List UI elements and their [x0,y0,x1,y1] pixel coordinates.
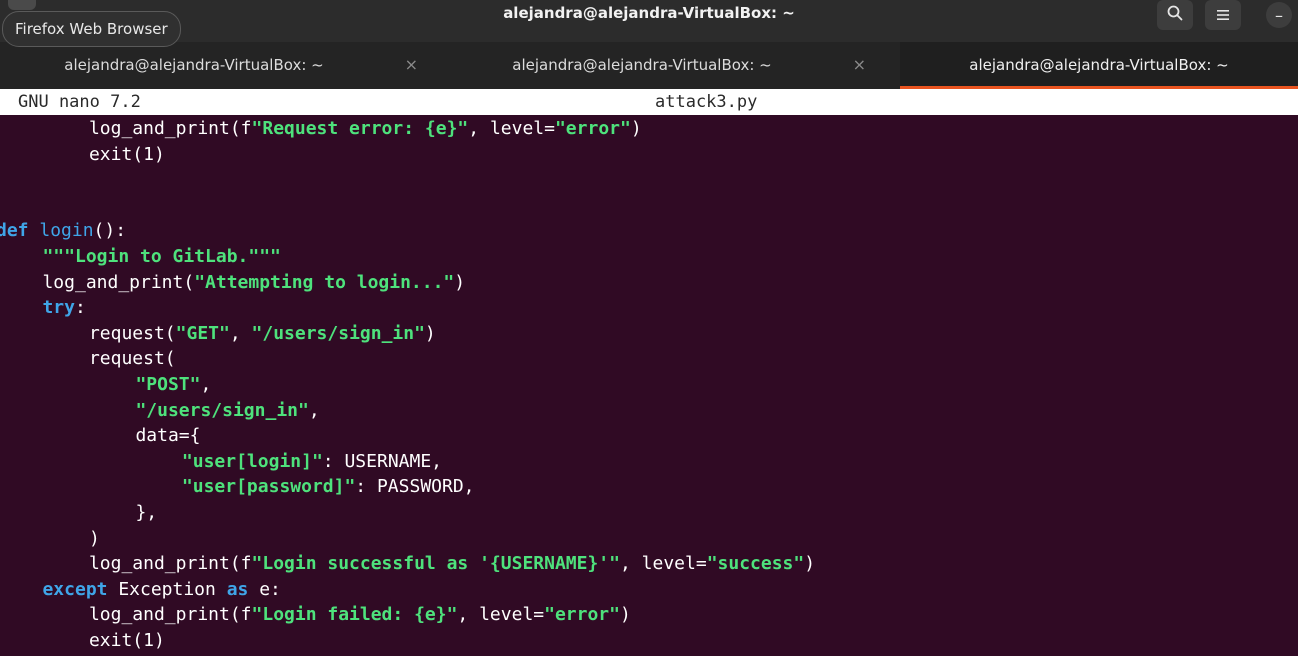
code-token: login [39,220,94,242]
code-token: "GET" [175,322,230,344]
window-title: alejandra@alejandra-VirtualBox: ~ [503,4,795,22]
code-line: exit(1) [89,142,165,167]
code-token: "POST" [135,374,201,395]
code-line: request( [89,346,176,371]
code-token: Exception [118,578,227,600]
code-line: "/users/sign_in", [135,398,319,423]
title-bar[interactable]: Firefox Web Browser alejandra@alejandra-… [0,0,1298,47]
code-token: def [0,220,40,242]
code-token: , level= [619,553,707,575]
code-line: log_and_print(f"Login successful as '{US… [89,551,815,576]
code-token: "/users/sign_in" [135,399,309,421]
code-token: }, [135,502,158,523]
code-token: log_and_print(f [88,553,252,575]
tab-2[interactable]: alejandra@alejandra-VirtualBox: ~ × [448,42,896,89]
code-line: log_and_print("Attempting to login...") [42,270,465,295]
code-token: log_and_print(f [88,604,252,626]
code-token: "error" [554,118,631,139]
code-line: log_and_print(f"Request error: {e}", lev… [89,116,642,141]
code-token: ) [424,322,436,344]
code-token: as [226,578,260,600]
code-line: try: [42,295,85,320]
code-token: except [42,578,119,600]
code-line: "user[password]": PASSWORD, [182,474,475,499]
minimize-button[interactable]: – [1266,2,1292,28]
tab-3-active[interactable]: alejandra@alejandra-VirtualBox: ~ [900,42,1298,89]
code-line: }, [135,500,157,525]
code-token: data={ [135,425,201,447]
code-token: "Login failed: {e}" [251,604,458,626]
code-token: ) [454,271,466,293]
nano-version: GNU nano 7.2 [18,92,141,112]
code-token: ) [619,604,631,626]
code-line: except Exception as e: [42,577,280,602]
tab-label: alejandra@alejandra-VirtualBox: ~ [969,56,1229,74]
code-token: "Attempting to login..." [194,271,455,293]
nano-filename: attack3.py [655,92,758,112]
close-tab-icon[interactable]: × [853,55,866,74]
code-token: "/users/sign_in" [251,322,425,344]
code-token: "error" [544,604,620,626]
code-token: "Request error: {e}" [251,118,469,139]
code-token: , [229,322,252,344]
code-token: request( [88,322,176,344]
code-token: e: [259,578,281,600]
code-token: "success" [706,553,805,575]
code-token: , level= [457,604,545,626]
code-line: def login(): [0,218,126,243]
code-token: ) [804,553,816,575]
code-token: request( [88,348,176,370]
code-token: : [74,297,86,319]
search-icon [1166,4,1184,26]
hamburger-menu-icon [1216,6,1230,25]
code-token: : PASSWORD, [355,476,475,498]
code-token: exit(1) [88,143,165,165]
code-token: ) [630,118,642,139]
code-editor[interactable]: log_and_print(f"Request error: {e}", lev… [0,115,1298,656]
code-line: data={ [135,423,200,448]
tooltip: Firefox Web Browser [2,11,181,47]
menu-button[interactable] [1205,0,1241,30]
code-token: try [42,297,75,319]
code-token: exit(1) [88,630,165,651]
code-line: request("GET", "/users/sign_in") [89,321,436,346]
minimize-icon: – [1275,5,1283,25]
tab-label: alejandra@alejandra-VirtualBox: ~ [512,56,772,74]
code-token: "Login successful as '{USERNAME}'" [251,553,620,575]
code-line: "POST", [135,372,211,397]
tab-bar: alejandra@alejandra-VirtualBox: ~ × alej… [0,42,1298,89]
code-line: log_and_print(f"Login failed: {e}", leve… [89,602,631,627]
code-line: "user[login]": USERNAME, [182,449,442,474]
terminal-window: Firefox Web Browser alejandra@alejandra-… [0,0,1298,656]
code-token: (): [93,220,127,242]
code-line: exit(1) [89,628,165,653]
code-token: , [200,374,212,395]
close-tab-icon[interactable]: × [405,55,418,74]
tab-1[interactable]: alejandra@alejandra-VirtualBox: ~ × [0,42,448,89]
code-token: ) [88,527,100,549]
code-token: """Login to GitLab.""" [42,246,281,267]
code-token: , level= [468,118,555,139]
tab-label: alejandra@alejandra-VirtualBox: ~ [64,56,324,74]
code-token: log_and_print( [42,271,195,293]
search-button[interactable] [1157,0,1193,30]
code-line: ) [89,526,100,551]
code-token: , [308,399,320,421]
code-token: "user[password]" [181,476,356,498]
nano-header-bar: GNU nano 7.2 attack3.py [0,89,1298,115]
code-token: "user[login]" [181,450,323,472]
code-line: """Login to GitLab.""" [42,244,280,269]
code-token: : USERNAME, [322,450,443,472]
code-token: log_and_print(f [88,118,252,139]
